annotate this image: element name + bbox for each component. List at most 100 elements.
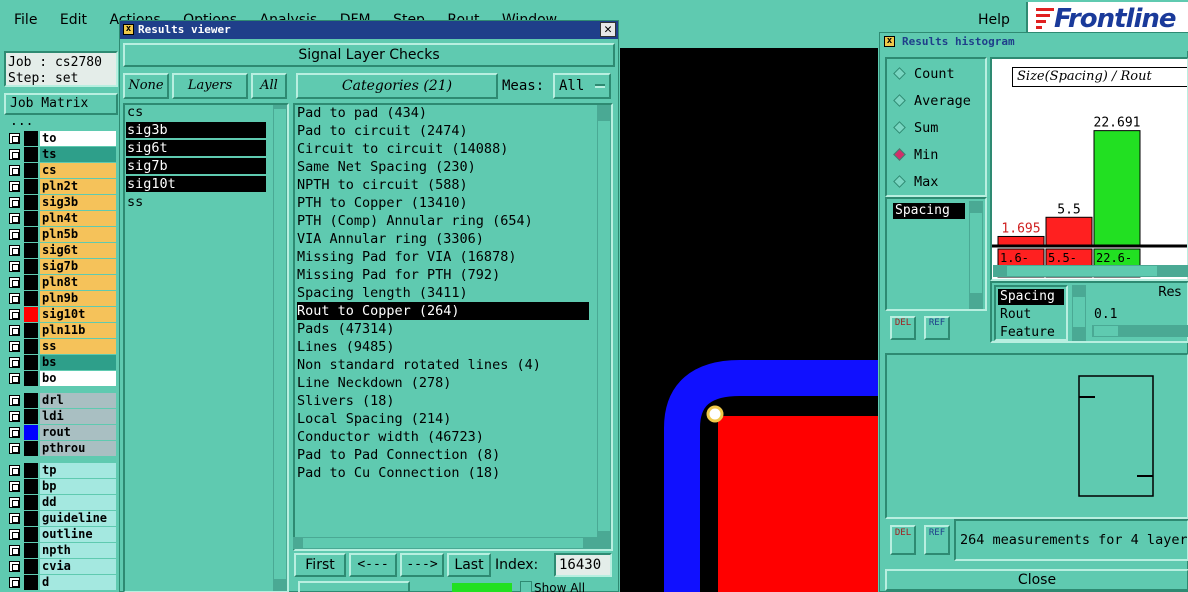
layer-color-swatch[interactable] [24, 575, 38, 590]
layer-checkbox[interactable] [9, 427, 20, 438]
layer-color-swatch[interactable] [24, 259, 38, 274]
menu-help[interactable]: Help [978, 12, 1010, 28]
layer-checkbox[interactable] [9, 481, 20, 492]
measure-list[interactable]: Spacing [885, 197, 987, 311]
rv-layer-item[interactable]: sig3b [126, 122, 266, 138]
layer-color-swatch[interactable] [24, 195, 38, 210]
measure-list-scrollbar[interactable] [969, 201, 983, 309]
layer-row-ss[interactable]: ss [8, 339, 116, 354]
category-item[interactable]: Spacing length (3411) [297, 284, 589, 302]
job-matrix-button[interactable]: Job Matrix ... [4, 93, 118, 129]
layer-color-swatch[interactable] [24, 543, 38, 558]
layer-checkbox[interactable] [9, 443, 20, 454]
rv-layer-item[interactable]: cs [126, 104, 266, 120]
layer-color-swatch[interactable] [24, 339, 38, 354]
category-item[interactable]: NPTH to circuit (588) [297, 176, 589, 194]
layer-color-swatch[interactable] [24, 163, 38, 178]
layer-color-swatch[interactable] [24, 131, 38, 146]
none-button[interactable]: None [123, 73, 169, 99]
rv-layer-item[interactable]: sig10t [126, 176, 266, 192]
category-item[interactable]: Pad to Pad Connection (8) [297, 446, 589, 464]
layer-row-dd[interactable]: dd [8, 495, 116, 510]
layer-row-ldi[interactable]: ldi [8, 409, 116, 424]
index-input[interactable]: 16430 [554, 553, 612, 577]
layer-row-pln5b[interactable]: pln5b [8, 227, 116, 242]
category-item[interactable]: Missing Pad for VIA (16878) [297, 248, 589, 266]
layer-color-swatch[interactable] [24, 179, 38, 194]
category-item[interactable]: Conductor width (46723) [297, 428, 589, 446]
category-item[interactable]: Rout to Copper (264) [297, 302, 589, 320]
histogram-titlebar[interactable]: x Results histogram [880, 33, 1188, 51]
last-button[interactable]: Last [447, 553, 491, 577]
category-item[interactable]: Lines (9485) [297, 338, 589, 356]
layer-checkbox[interactable] [9, 245, 20, 256]
first-button[interactable]: First [294, 553, 346, 577]
layer-color-swatch[interactable] [24, 275, 38, 290]
attr-item-rout[interactable]: Rout [1000, 307, 1031, 322]
layer-checkbox[interactable] [9, 149, 20, 160]
layer-row-pln11b[interactable]: pln11b [8, 323, 116, 338]
layer-row-cs[interactable]: cs [8, 163, 116, 178]
del-button[interactable]: DEL [890, 316, 916, 340]
attr-item-spacing[interactable]: Spacing [998, 289, 1064, 305]
attr-list[interactable]: Spacing Rout Feature [994, 285, 1068, 341]
layer-row-bs[interactable]: bs [8, 355, 116, 370]
layer-color-swatch[interactable] [24, 227, 38, 242]
layer-checkbox[interactable] [9, 497, 20, 508]
category-item[interactable]: Slivers (18) [297, 392, 589, 410]
layer-color-swatch[interactable] [24, 511, 38, 526]
category-item[interactable]: Pads (47314) [297, 320, 589, 338]
category-item[interactable]: VIA Annular ring (3306) [297, 230, 589, 248]
layer-color-swatch[interactable] [24, 211, 38, 226]
category-item[interactable]: Pad to Cu Connection (18) [297, 464, 589, 482]
measurement-marker-icon[interactable] [706, 405, 724, 423]
prev-button[interactable]: <--- [349, 553, 397, 577]
layer-row-d[interactable]: d [8, 575, 116, 590]
menu-edit[interactable]: Edit [60, 12, 87, 28]
results-viewer-titlebar[interactable]: x Results viewer ✕ [120, 21, 618, 39]
layer-checkbox[interactable] [9, 357, 20, 368]
layer-color-swatch[interactable] [24, 393, 38, 408]
layer-color-swatch[interactable] [24, 371, 38, 386]
layer-color-swatch[interactable] [24, 243, 38, 258]
stat-radio-count[interactable]: Count [893, 65, 955, 83]
stat-radio-sum[interactable]: Sum [893, 119, 938, 137]
res-slider[interactable] [1092, 325, 1188, 337]
layer-row-bo[interactable]: bo [8, 371, 116, 386]
layer-checkbox[interactable] [9, 261, 20, 272]
rv-layer-item[interactable]: ss [126, 194, 266, 210]
close-button[interactable]: Close [885, 569, 1188, 591]
meas-select[interactable]: All [553, 73, 611, 99]
layer-row-to[interactable]: to [8, 131, 116, 146]
layer-color-swatch[interactable] [24, 425, 38, 440]
layer-checkbox[interactable] [9, 373, 20, 384]
layer-row-npth[interactable]: npth [8, 543, 116, 558]
ref-button[interactable]: REF [924, 316, 950, 340]
histogram-bar[interactable] [1093, 130, 1141, 246]
layer-checkbox[interactable] [9, 165, 20, 176]
layer-color-swatch[interactable] [24, 441, 38, 456]
histogram-bar[interactable] [997, 235, 1045, 246]
radio-diamond-icon[interactable] [893, 175, 906, 188]
attr-list-scrollbar[interactable] [1072, 285, 1086, 341]
rv-layer-item[interactable]: sig6t [126, 140, 266, 156]
layer-color-swatch[interactable] [24, 479, 38, 494]
layer-row-cvia[interactable]: cvia [8, 559, 116, 574]
category-item[interactable]: Line Neckdown (278) [297, 374, 589, 392]
layer-checkbox[interactable] [9, 395, 20, 406]
graphics-canvas[interactable] [620, 48, 878, 592]
category-item[interactable]: Pad to circuit (2474) [297, 122, 589, 140]
chart-hscrollbar[interactable] [993, 265, 1188, 277]
layer-checkbox[interactable] [9, 411, 20, 422]
category-list-scrollbar[interactable] [597, 105, 611, 549]
layer-row-pthrou[interactable]: pthrou [8, 441, 116, 456]
radio-diamond-icon[interactable] [893, 94, 906, 107]
layer-color-swatch[interactable] [24, 527, 38, 542]
layer-checkbox[interactable] [9, 213, 20, 224]
layer-row-drl[interactable]: drl [8, 393, 116, 408]
stat-radio-max[interactable]: Max [893, 173, 938, 191]
layer-row-bp[interactable]: bp [8, 479, 116, 494]
category-item[interactable]: PTH to Copper (13410) [297, 194, 589, 212]
layers-button[interactable]: Layers [172, 73, 248, 99]
layer-checkbox[interactable] [9, 465, 20, 476]
